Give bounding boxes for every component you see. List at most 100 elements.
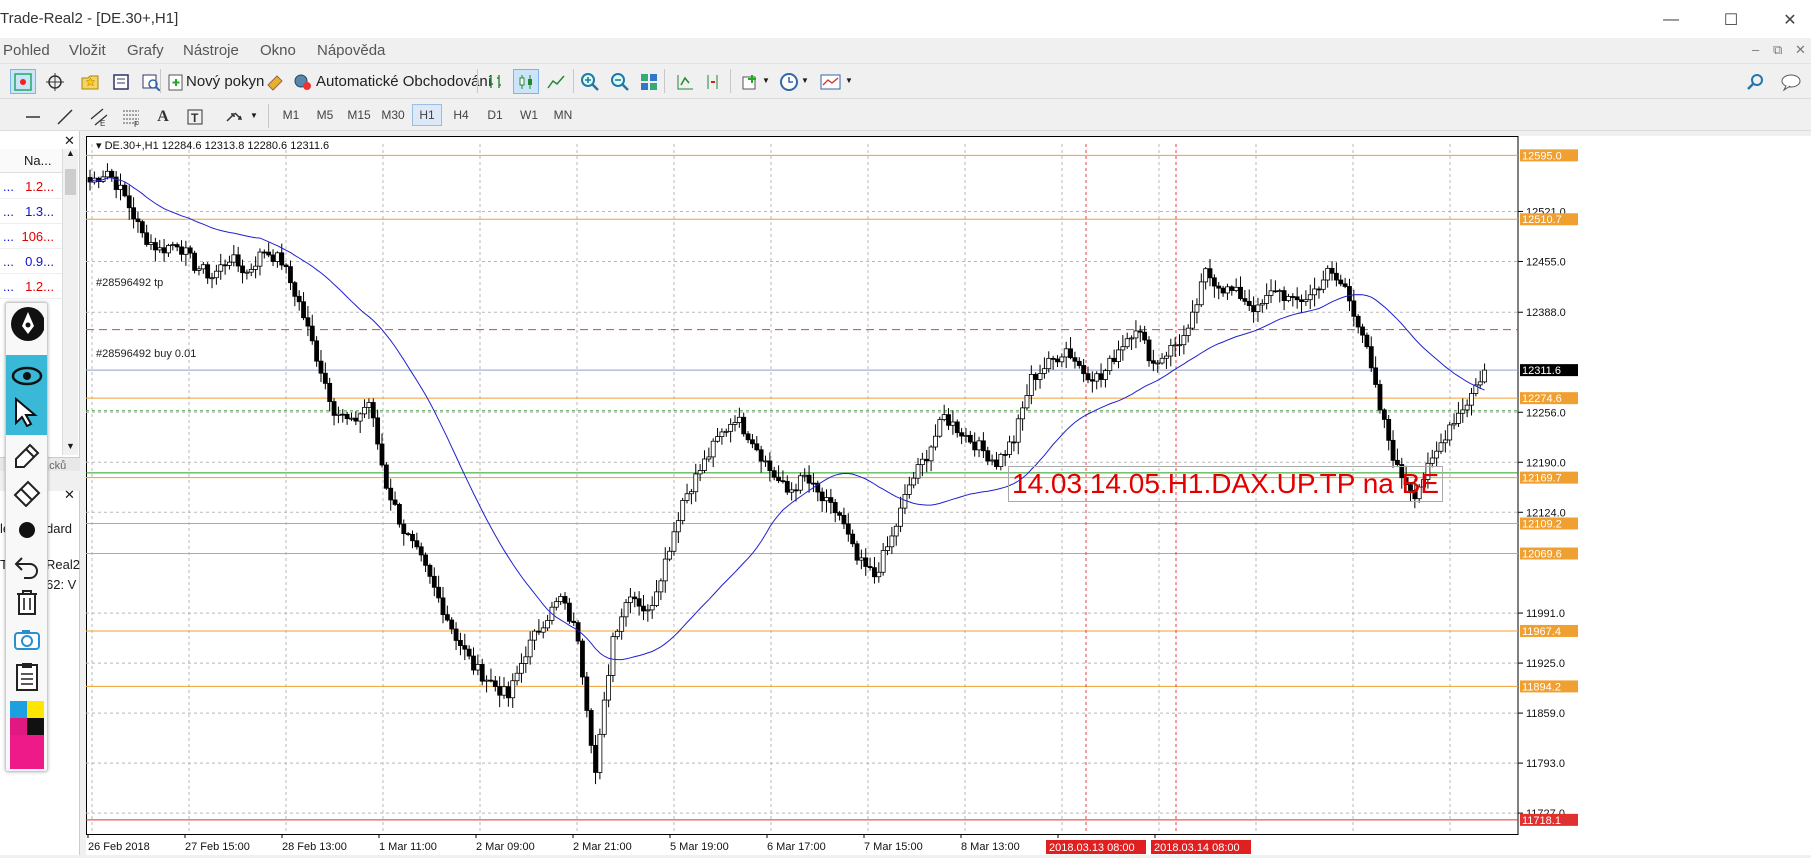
candlestick [697,463,703,482]
color-palette[interactable] [10,701,44,769]
indicators-dropdown-icon[interactable]: ▼ [762,76,770,85]
candlestick-icon[interactable] [513,69,539,94]
candle-body [527,639,533,658]
market-watch-icon[interactable] [10,69,36,94]
tf-m30[interactable]: M30 [378,104,408,126]
tf-d1[interactable]: D1 [480,104,510,126]
zoom-out-icon[interactable] [607,69,633,94]
candlestick [610,632,616,683]
candle-body [253,265,259,270]
terminal-icon[interactable] [108,69,134,94]
candle-body [627,596,633,604]
periods-clock-icon[interactable] [776,69,802,94]
tf-h1[interactable]: H1 [412,104,442,126]
candle-body [1268,290,1274,296]
clipboard-icon[interactable] [10,659,44,693]
minimize-button[interactable]: — [1651,6,1691,34]
metaeditor-icon[interactable] [262,69,288,94]
text-label-icon[interactable]: T [182,104,208,129]
market-row[interactable]: ... 106... [0,224,62,249]
navigator-close-icon[interactable]: ✕ [64,487,75,503]
candle-body [623,602,629,618]
menu-grafy[interactable]: Grafy [127,42,164,59]
candlestick [196,265,202,276]
maximize-button[interactable]: ☐ [1711,6,1751,34]
data-window-icon[interactable] [42,69,68,94]
candle-body [824,497,829,502]
trendline-icon[interactable] [52,104,78,129]
arrows-dropdown-icon[interactable]: ▼ [250,111,258,120]
tf-h4[interactable]: H4 [446,104,476,126]
bar-chart-icon[interactable] [483,69,509,94]
candle-body [261,251,267,254]
zoom-in-icon[interactable] [577,69,603,94]
candle-body [776,476,781,482]
candlestick [1046,351,1052,373]
periods-dropdown-icon[interactable]: ▼ [801,76,809,85]
tf-w1[interactable]: W1 [514,104,544,126]
tf-m1[interactable]: M1 [276,104,306,126]
pencil-icon[interactable] [10,437,44,471]
trash-icon[interactable] [10,585,44,619]
candle-body [1081,365,1087,375]
horizontal-line-icon[interactable] [20,104,46,129]
price-chart[interactable]: 12521.012455.012388.012256.012190.012124… [86,136,1811,855]
close-button[interactable]: ✕ [1770,6,1810,34]
autotrading-button[interactable]: Automatické Obchodování [316,73,492,90]
candle-body [1442,439,1448,444]
chat-icon[interactable] [1778,69,1804,94]
market-row[interactable]: ... 1.2... [0,274,62,299]
line-chart-icon[interactable] [543,69,569,94]
menu-napoveda[interactable]: Nápověda [317,42,385,59]
templates-dropdown-icon[interactable]: ▼ [845,76,853,85]
market-watch-scrollbar[interactable]: ▲ ▼ [62,148,78,455]
mdi-restore-icon[interactable]: ⧉ [1773,42,1782,58]
market-row[interactable]: ... 1.2... [0,174,62,199]
candle-body [458,640,463,646]
fibonacci-icon[interactable]: F [118,104,144,129]
text-icon[interactable]: A [150,104,176,129]
menu-okno[interactable]: Okno [260,42,296,59]
menu-nastroje[interactable]: Nástroje [183,42,239,59]
cursor-arrow-icon[interactable] [10,395,44,429]
equidistant-channel-icon[interactable]: E [86,104,112,129]
chart-annotation-text[interactable]: 14.03.14.05.H1.DAX.UP.TP na BE [1008,466,1444,502]
market-row[interactable]: ... 0.9... [0,249,62,274]
candle-body [1325,267,1331,281]
market-row[interactable]: ... 1.3... [0,199,62,224]
auto-scroll-icon[interactable] [672,69,698,94]
indicators-icon[interactable] [738,69,764,94]
eraser-icon[interactable] [10,475,44,509]
market-watch-close-icon[interactable]: ✕ [64,133,75,149]
navigator-icon[interactable] [77,69,103,94]
tf-mn[interactable]: MN [548,104,578,126]
tf-m15[interactable]: M15 [344,104,374,126]
tf-m5[interactable]: M5 [310,104,340,126]
candlestick [1316,286,1322,299]
candlestick [789,482,795,501]
eye-icon[interactable] [10,359,44,393]
tile-windows-icon[interactable] [636,69,662,94]
candlestick [501,677,507,699]
candle-body [1129,337,1134,340]
new-order-button[interactable]: Nový pokyn [186,73,264,90]
candlestick [1264,283,1270,310]
candle-body [118,184,123,190]
menu-pohled[interactable]: Pohled [3,42,50,59]
mdi-close-icon[interactable]: ✕ [1795,42,1806,58]
mdi-minimize-icon[interactable]: – [1752,42,1759,57]
candle-body [1063,348,1069,358]
candle-body [619,616,625,632]
chart-window[interactable]: 12521.0 12455.0 12388.0 12256.0 12190.0 12124… [86,136,1811,855]
brush-dot-icon[interactable] [10,513,44,547]
arrows-icon[interactable] [222,104,248,129]
menu-vlozit[interactable]: Vložit [69,42,106,59]
autotrading-icon[interactable] [290,69,316,94]
camera-icon[interactable] [10,623,44,657]
chart-shift-icon[interactable] [700,69,726,94]
pen-logo-icon[interactable] [10,307,44,341]
search-icon[interactable] [1743,69,1769,94]
candle-body [257,251,263,267]
templates-icon[interactable] [818,69,844,94]
undo-icon[interactable] [10,549,44,583]
